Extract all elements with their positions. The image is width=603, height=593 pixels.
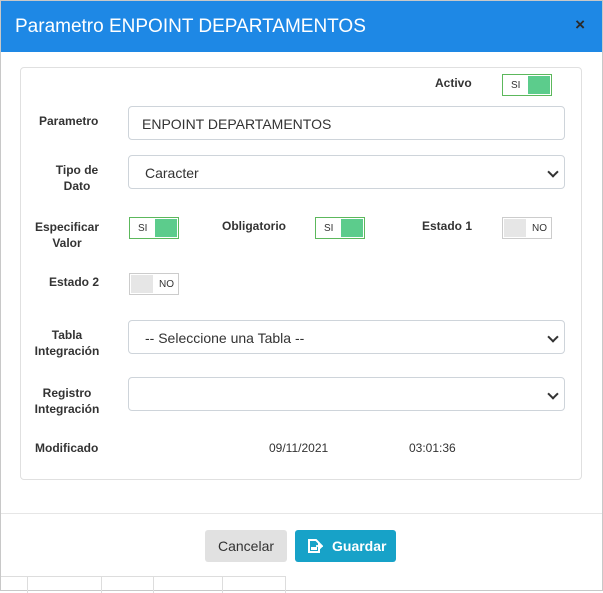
especificar-valor-label-line1: Especificar (34, 220, 100, 234)
obligatorio-toggle[interactable]: SI (315, 217, 365, 239)
especificar-valor-toggle[interactable]: SI (129, 217, 179, 239)
registro-integracion-label: Registro Integración (33, 385, 101, 417)
footer-divider (1, 513, 602, 514)
estado2-toggle-text: NO (159, 279, 174, 290)
cancel-button[interactable]: Cancelar (205, 530, 287, 562)
activo-toggle[interactable]: SI (502, 74, 552, 96)
close-icon[interactable]: × (575, 15, 585, 35)
save-button-label: Guardar (332, 538, 387, 554)
tipo-dato-label-line1: Tipo de (55, 163, 99, 177)
dialog-header: Parametro ENPOINT DEPARTAMENTOS × (1, 1, 602, 52)
modificado-time: 03:01:36 (409, 441, 456, 455)
tabla-integracion-label-line2: Integración (34, 344, 100, 358)
chevron-down-icon (547, 388, 559, 400)
estado1-toggle-text: NO (532, 223, 547, 234)
tabla-integracion-selected: -- Seleccione una Tabla -- (145, 330, 305, 346)
toggle-knob (528, 76, 550, 94)
tabla-integracion-label-line1: Tabla (51, 328, 83, 342)
estado2-toggle[interactable]: NO (129, 273, 179, 295)
chevron-down-icon (547, 331, 559, 343)
tipo-dato-selected: Caracter (145, 165, 199, 181)
modificado-label: Modificado (35, 441, 99, 455)
especificar-valor-toggle-text: SI (138, 223, 148, 234)
toggle-knob (341, 219, 363, 237)
toggle-knob (131, 275, 153, 293)
toggle-knob (504, 219, 526, 237)
modificado-date: 09/11/2021 (269, 441, 329, 455)
save-button[interactable]: Guardar (295, 530, 396, 562)
save-icon (308, 539, 323, 553)
estado1-label: Estado 1 (422, 219, 473, 233)
especificar-valor-label: Especificar Valor (34, 219, 100, 251)
estado1-toggle[interactable]: NO (502, 217, 552, 239)
dialog-title: Parametro ENPOINT DEPARTAMENTOS (15, 16, 366, 37)
background-table-edge (1, 576, 286, 593)
estado2-label: Estado 2 (49, 275, 100, 289)
activo-label: Activo (435, 76, 472, 90)
parameter-dialog: Parametro ENPOINT DEPARTAMENTOS × Activo… (0, 0, 603, 593)
registro-integracion-label-line1: Registro (42, 386, 92, 400)
obligatorio-toggle-text: SI (324, 223, 334, 234)
activo-toggle-text: SI (511, 80, 521, 91)
tipo-dato-select[interactable]: Caracter (128, 155, 565, 189)
tipo-dato-label-line2: Dato (63, 179, 91, 193)
tabla-integracion-select[interactable]: -- Seleccione una Tabla -- (128, 320, 565, 354)
chevron-down-icon (547, 166, 559, 178)
parametro-input[interactable]: ENPOINT DEPARTAMENTOS (128, 106, 565, 140)
cancel-button-label: Cancelar (218, 538, 275, 554)
tabla-integracion-label: Tabla Integración (33, 327, 101, 359)
especificar-valor-label-line2: Valor (52, 236, 82, 250)
obligatorio-label: Obligatorio (222, 219, 286, 233)
tipo-dato-label: Tipo de Dato (55, 162, 99, 194)
parametro-value: ENPOINT DEPARTAMENTOS (142, 116, 332, 132)
toggle-knob (155, 219, 177, 237)
registro-integracion-label-line2: Integración (34, 402, 100, 416)
registro-integracion-select[interactable] (128, 377, 565, 411)
parametro-label: Parametro (39, 114, 99, 128)
